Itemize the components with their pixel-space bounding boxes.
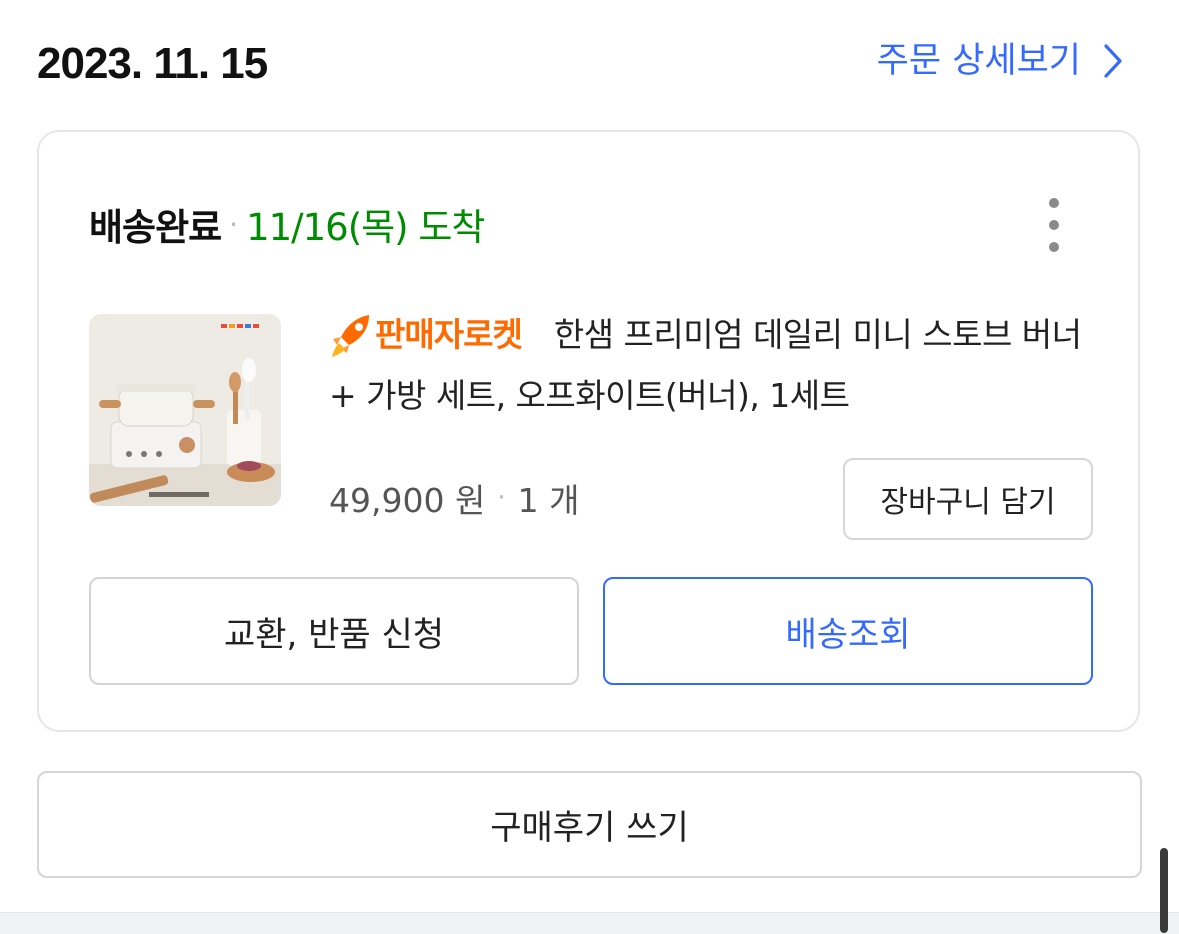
product-quantity: 1 개 [517,481,580,520]
price-row: 49,900 원 · 1 개 [329,472,579,524]
delivery-status-row: 배송완료 · 11/16(목) 도착 [89,194,485,254]
exchange-return-button[interactable]: 교환, 반품 신청 [89,577,579,685]
write-review-button[interactable]: 구매후기 쓰기 [37,771,1142,878]
product-price: 49,900 원 [329,481,486,520]
track-delivery-button[interactable]: 배송조회 [603,577,1093,685]
scrollbar[interactable] [1160,848,1168,933]
status-separator: · [229,207,239,241]
brand-color-bar [221,324,259,328]
product-title[interactable]: 판매자로켓 한샘 프리미엄 데일리 미니 스토브 버너 + 가방 세트, 오프화… [329,304,1089,426]
order-detail-link[interactable]: 주문 상세보기 [877,36,1123,86]
kebab-menu-icon[interactable] [1042,198,1066,252]
order-card: 배송완료 · 11/16(목) 도착 판매자로켓 한샘 프리미엄 데일리 미니 … [37,130,1140,732]
add-to-cart-button[interactable]: 장바구니 담기 [843,458,1093,540]
order-detail-link-label: 주문 상세보기 [876,41,1081,81]
chevron-right-icon [1103,43,1123,79]
product-info: 판매자로켓 한샘 프리미엄 데일리 미니 스토브 버너 + 가방 세트, 오프화… [329,314,1089,426]
delivery-status: 배송완료 [89,206,222,249]
rocket-icon [329,304,373,365]
product-thumbnail[interactable] [89,314,281,506]
section-divider [0,912,1179,934]
order-date: 2023. 11. 15 [37,39,268,88]
price-separator: · [497,483,506,513]
rocket-badge-label: 판매자로켓 [375,315,523,354]
order-header: 2023. 11. 15 주문 상세보기 [0,0,1179,128]
seller-rocket-badge: 판매자로켓 [329,304,523,365]
arrival-date: 11/16(목) 도착 [246,206,485,249]
